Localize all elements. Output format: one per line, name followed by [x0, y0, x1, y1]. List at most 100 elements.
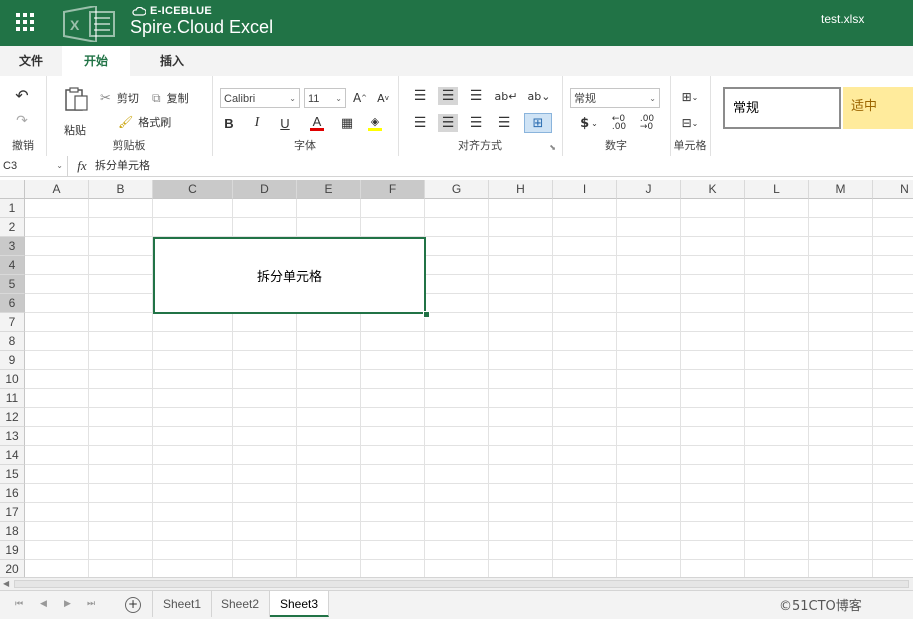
insert-cells-icon[interactable]: ⊞ ⌄ — [676, 88, 704, 106]
row-header-16[interactable]: 16 — [0, 484, 25, 503]
column-header-e[interactable]: E — [297, 180, 361, 199]
format-painter-button[interactable]: 🖌 格式刷 — [118, 114, 188, 130]
sheet-tab-3[interactable]: Sheet3 — [270, 591, 329, 617]
row-header-5[interactable]: 5 — [0, 275, 25, 294]
sheet-tab-1[interactable]: Sheet1 — [152, 591, 212, 617]
row-header-4[interactable]: 4 — [0, 256, 25, 275]
merge-cells-icon[interactable]: ⊞ — [524, 113, 552, 133]
fill-color-button[interactable]: ◈ — [364, 114, 386, 132]
column-header-g[interactable]: G — [425, 180, 489, 199]
row-header-19[interactable]: 19 — [0, 541, 25, 560]
column-header-n[interactable]: N — [873, 180, 913, 199]
scroll-left-icon[interactable]: ◀ — [3, 578, 9, 590]
increase-font-icon[interactable]: A ^ — [351, 89, 369, 107]
currency-button[interactable]: $ ⌄ — [576, 114, 602, 132]
row-header-3[interactable]: 3 — [0, 237, 25, 256]
column-header-m[interactable]: M — [809, 180, 873, 199]
underline-button[interactable]: U — [276, 114, 294, 132]
column-header-b[interactable]: B — [89, 180, 153, 199]
column-header-j[interactable]: J — [617, 180, 681, 199]
select-all-corner[interactable] — [0, 180, 25, 199]
row-header-20[interactable]: 20 — [0, 560, 25, 577]
column-header-l[interactable]: L — [745, 180, 809, 199]
apps-grid-icon[interactable] — [16, 13, 34, 31]
row-gridline — [25, 350, 913, 351]
row-header-8[interactable]: 8 — [0, 332, 25, 351]
row-header-13[interactable]: 13 — [0, 427, 25, 446]
column-header-h[interactable]: H — [489, 180, 553, 199]
border-icon[interactable]: ▦ — [336, 114, 358, 132]
tab-file[interactable]: 文件 — [0, 46, 62, 76]
font-size-select[interactable]: 11 ⌄ — [304, 88, 346, 108]
style-normal[interactable]: 常规 — [723, 87, 841, 129]
next-sheet-icon[interactable]: ▶ — [64, 599, 71, 609]
row-header-7[interactable]: 7 — [0, 313, 25, 332]
dialog-launcher-icon[interactable]: ⬊ — [549, 143, 556, 152]
decrease-decimal-icon[interactable]: .00 →0 — [636, 114, 658, 132]
justify-icon[interactable]: ☰ — [494, 114, 514, 132]
text-orientation-icon[interactable]: ab⌄ — [526, 87, 552, 105]
last-sheet-icon[interactable]: ⏭ — [87, 599, 95, 609]
fill-handle[interactable] — [423, 311, 430, 318]
merged-cell-c3[interactable]: 拆分单元格 — [153, 237, 426, 314]
copy-button[interactable]: ⧉ 复制 — [152, 90, 212, 106]
row-header-12[interactable]: 12 — [0, 408, 25, 427]
number-format-select[interactable]: 常规 ⌄ — [570, 88, 660, 108]
column-gridline — [552, 199, 553, 577]
prev-sheet-icon[interactable]: ◀ — [40, 599, 47, 609]
align-left-icon[interactable]: ☰ — [410, 114, 430, 132]
merged-cell-text: 拆分单元格 — [256, 270, 322, 285]
increase-decimal-icon[interactable]: ←0.00 — [608, 114, 630, 132]
fx-icon[interactable]: fx — [73, 156, 91, 176]
align-top-icon[interactable]: ☰ — [410, 87, 430, 105]
row-header-15[interactable]: 15 — [0, 465, 25, 484]
column-header-i[interactable]: I — [553, 180, 617, 199]
row-header-17[interactable]: 17 — [0, 503, 25, 522]
row-header-2[interactable]: 2 — [0, 218, 25, 237]
row-header-6[interactable]: 6 — [0, 294, 25, 313]
font-family-select[interactable]: Calibri ⌄ — [220, 88, 300, 108]
row-header-10[interactable]: 10 — [0, 370, 25, 389]
delete-cells-icon[interactable]: ⊟ ⌄ — [676, 114, 704, 132]
name-box[interactable]: C3 ⌄ — [0, 156, 68, 176]
first-sheet-icon[interactable]: ⏮ — [15, 599, 23, 609]
app-title: Spire.Cloud Excel — [130, 17, 274, 37]
wrap-text-icon[interactable]: ab↵ — [495, 87, 518, 105]
sheet-tab-2[interactable]: Sheet2 — [211, 591, 270, 617]
add-sheet-icon[interactable]: + — [125, 597, 141, 613]
italic-button[interactable]: I — [248, 114, 266, 132]
paste-icon[interactable] — [60, 86, 92, 114]
column-header-k[interactable]: K — [681, 180, 745, 199]
decrease-font-icon[interactable]: Av — [374, 89, 392, 107]
column-header-f[interactable]: F — [361, 180, 425, 199]
row-gridline — [25, 483, 913, 484]
align-middle-icon[interactable]: ☰ — [438, 87, 458, 105]
row-header-14[interactable]: 14 — [0, 446, 25, 465]
horizontal-scrollbar[interactable]: ◀ — [0, 577, 913, 590]
row-gridline — [25, 388, 913, 389]
column-header-a[interactable]: A — [25, 180, 89, 199]
redo-icon[interactable]: ↷ — [12, 112, 32, 130]
align-bottom-icon[interactable]: ☰ — [466, 87, 486, 105]
formula-input[interactable]: 拆分单元格 — [95, 156, 150, 176]
tab-home[interactable]: 开始 — [62, 46, 130, 76]
row-header-1[interactable]: 1 — [0, 199, 25, 218]
spreadsheet-grid[interactable]: ABCDEFGHIJKLMN 1 2 3 4 5 6 7 8 9 10 11 12 13 14 15 16 17… — [0, 180, 913, 577]
font-color-button[interactable]: A — [306, 114, 328, 132]
column-header-d[interactable]: D — [233, 180, 297, 199]
row-header-18[interactable]: 18 — [0, 522, 25, 541]
align-center-icon[interactable]: ☰ — [438, 114, 458, 132]
bold-button[interactable]: B — [220, 114, 238, 132]
scrollbar-thumb[interactable] — [14, 580, 909, 588]
row-header-9[interactable]: 9 — [0, 351, 25, 370]
column-header-c[interactable]: C — [153, 180, 233, 199]
paste-label[interactable]: 粘贴 — [64, 122, 86, 138]
column-gridline — [616, 199, 617, 577]
row-gridline — [25, 445, 913, 446]
tab-insert[interactable]: 插入 — [136, 46, 208, 76]
align-right-icon[interactable]: ☰ — [466, 114, 486, 132]
style-neutral[interactable]: 适中 — [843, 87, 913, 129]
undo-icon[interactable]: ↶ — [12, 86, 32, 105]
row-header-11[interactable]: 11 — [0, 389, 25, 408]
sheet-bar: ⏮ ◀ ▶ ⏭ + Sheet1 Sheet2 Sheet3 ©51CTO博客 — [0, 590, 913, 619]
